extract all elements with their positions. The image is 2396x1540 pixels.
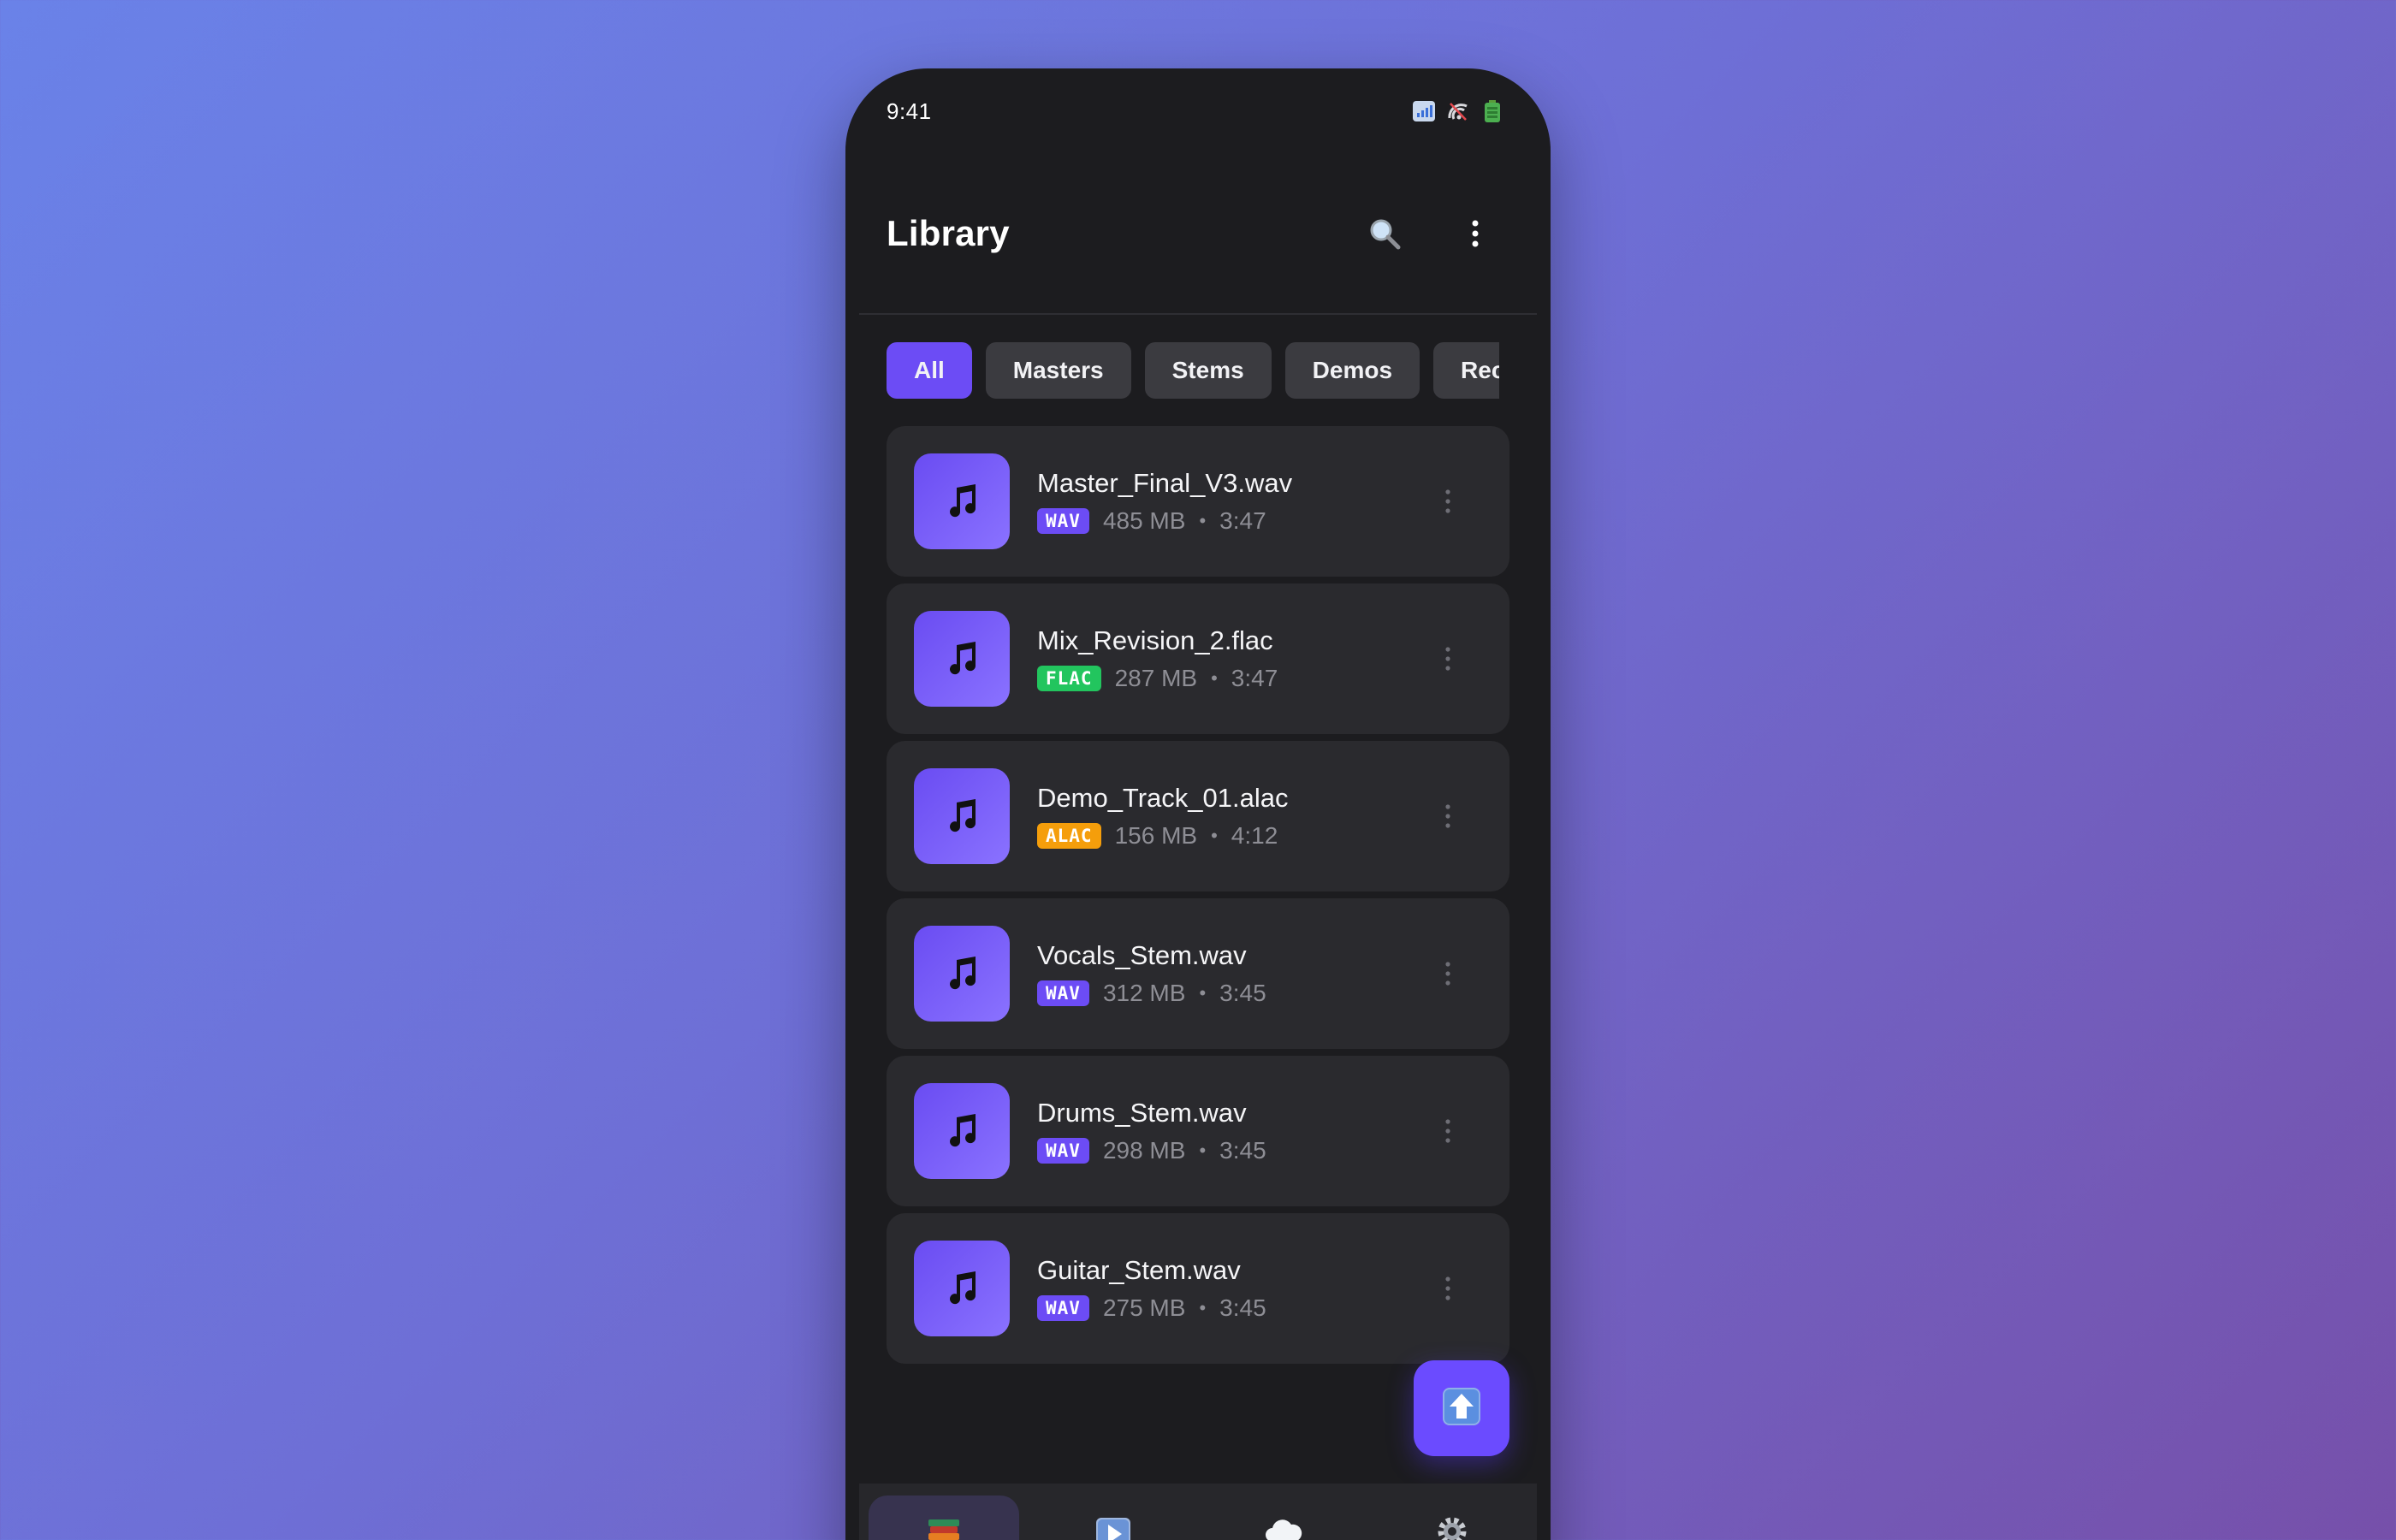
- file-size: 287 MB: [1114, 665, 1198, 691]
- file-duration: 4:12: [1231, 822, 1278, 849]
- file-info: Master_Final_V3.wav WAV 485 MB • 3:47: [1037, 468, 1292, 535]
- cloud-icon: [1262, 1513, 1303, 1540]
- file-name: Mix_Revision_2.flac: [1037, 625, 1273, 655]
- file-name: Guitar_Stem.wav: [1037, 1255, 1241, 1285]
- file-size: 275 MB: [1102, 1294, 1186, 1321]
- music-note-icon: [914, 1083, 1010, 1179]
- music-note-icon: [914, 926, 1010, 1022]
- nav-settings[interactable]: [1377, 1496, 1527, 1540]
- music-note-icon: [914, 611, 1010, 707]
- chip-all[interactable]: All: [887, 342, 972, 399]
- file-info: Mix_Revision_2.flac FLAC 287 MB • 3:47: [1037, 625, 1278, 692]
- search-icon[interactable]: [1364, 213, 1405, 254]
- file-info: Vocals_Stem.wav WAV 312 MB • 3:45: [1037, 940, 1266, 1007]
- file-card[interactable]: Master_Final_V3.wav WAV 485 MB • 3:47: [887, 426, 1509, 577]
- chip-stems[interactable]: Stems: [1144, 342, 1272, 399]
- nav-library[interactable]: [869, 1496, 1019, 1540]
- music-note-icon: [914, 1241, 1010, 1336]
- file-card[interactable]: Demo_Track_01.alac ALAC 156 MB • 4:12: [887, 741, 1509, 891]
- upload-icon: [1441, 1386, 1482, 1431]
- more-vertical-icon[interactable]: [1431, 791, 1465, 842]
- file-name: Drums_Stem.wav: [1037, 1098, 1247, 1128]
- filter-chips: All Masters Stems Demos Rece: [887, 342, 1499, 399]
- status-bar: 9:41: [845, 68, 1551, 154]
- file-name: Demo_Track_01.alac: [1037, 783, 1289, 813]
- format-badge: FLAC: [1037, 666, 1101, 691]
- status-time: 9:41: [887, 98, 932, 124]
- format-badge: WAV: [1037, 508, 1089, 534]
- header-actions: [1364, 213, 1496, 254]
- file-info: Demo_Track_01.alac ALAC 156 MB • 4:12: [1037, 783, 1289, 850]
- page-title: Library: [887, 213, 1010, 253]
- meta-separator: •: [1199, 1297, 1207, 1318]
- file-card[interactable]: Guitar_Stem.wav WAV 275 MB • 3:45: [887, 1213, 1509, 1364]
- file-meta: WAV 312 MB • 3:45: [1037, 980, 1266, 1007]
- chip-recent[interactable]: Rece: [1433, 342, 1499, 399]
- format-badge: ALAC: [1037, 823, 1101, 849]
- file-name: Vocals_Stem.wav: [1037, 940, 1247, 970]
- file-card[interactable]: Vocals_Stem.wav WAV 312 MB • 3:45: [887, 898, 1509, 1049]
- chip-demos[interactable]: Demos: [1284, 342, 1420, 399]
- file-duration: 3:47: [1231, 665, 1278, 691]
- meta-separator: •: [1211, 825, 1218, 846]
- wifi-off-icon: [1446, 100, 1470, 122]
- format-badge: WAV: [1037, 1295, 1089, 1321]
- more-vertical-icon[interactable]: [1431, 633, 1465, 684]
- music-note-icon: [914, 768, 1010, 864]
- battery-icon: [1480, 100, 1504, 122]
- file-size: 312 MB: [1102, 980, 1186, 1006]
- file-meta: WAV 485 MB • 3:47: [1037, 507, 1292, 535]
- meta-separator: •: [1211, 667, 1218, 689]
- more-vertical-icon[interactable]: [1431, 476, 1465, 527]
- file-duration: 3:45: [1219, 980, 1266, 1006]
- file-duration: 3:45: [1219, 1294, 1266, 1321]
- file-size: 485 MB: [1102, 507, 1186, 534]
- file-meta: WAV 298 MB • 3:45: [1037, 1137, 1266, 1164]
- app-header: Library: [859, 154, 1537, 315]
- format-badge: WAV: [1037, 1138, 1089, 1164]
- bottom-nav: [859, 1484, 1537, 1540]
- file-info: Guitar_Stem.wav WAV 275 MB • 3:45: [1037, 1255, 1266, 1322]
- file-meta: WAV 275 MB • 3:45: [1037, 1294, 1266, 1322]
- file-size: 298 MB: [1102, 1137, 1186, 1164]
- file-list: Master_Final_V3.wav WAV 485 MB • 3:47 Mi…: [887, 426, 1509, 1364]
- format-badge: WAV: [1037, 980, 1089, 1006]
- upload-button[interactable]: [1414, 1360, 1509, 1456]
- status-icons: [1412, 100, 1504, 122]
- file-info: Drums_Stem.wav WAV 298 MB • 3:45: [1037, 1098, 1266, 1164]
- more-vertical-icon[interactable]: [1455, 213, 1496, 254]
- meta-separator: •: [1199, 1140, 1207, 1161]
- nav-cloud[interactable]: [1207, 1496, 1358, 1540]
- more-vertical-icon[interactable]: [1431, 1263, 1465, 1314]
- file-name: Master_Final_V3.wav: [1037, 468, 1293, 498]
- phone-frame: 9:41 Library All Masters Stems Demos Rec…: [845, 68, 1551, 1540]
- file-duration: 3:45: [1219, 1137, 1266, 1164]
- file-size: 156 MB: [1114, 822, 1198, 849]
- music-note-icon: [914, 453, 1010, 549]
- settings-icon: [1433, 1513, 1471, 1540]
- more-vertical-icon[interactable]: [1431, 948, 1465, 999]
- nav-player[interactable]: [1038, 1496, 1189, 1540]
- file-card[interactable]: Drums_Stem.wav WAV 298 MB • 3:45: [887, 1056, 1509, 1206]
- meta-separator: •: [1199, 982, 1207, 1004]
- meta-separator: •: [1199, 510, 1207, 531]
- file-meta: ALAC 156 MB • 4:12: [1037, 822, 1289, 850]
- signal-icon: [1412, 100, 1436, 122]
- file-card[interactable]: Mix_Revision_2.flac FLAC 287 MB • 3:47: [887, 583, 1509, 734]
- more-vertical-icon[interactable]: [1431, 1105, 1465, 1157]
- file-meta: FLAC 287 MB • 3:47: [1037, 665, 1278, 692]
- chip-masters[interactable]: Masters: [985, 342, 1131, 399]
- library-icon: [925, 1513, 963, 1540]
- play-icon: [1094, 1513, 1132, 1540]
- file-duration: 3:47: [1219, 507, 1266, 534]
